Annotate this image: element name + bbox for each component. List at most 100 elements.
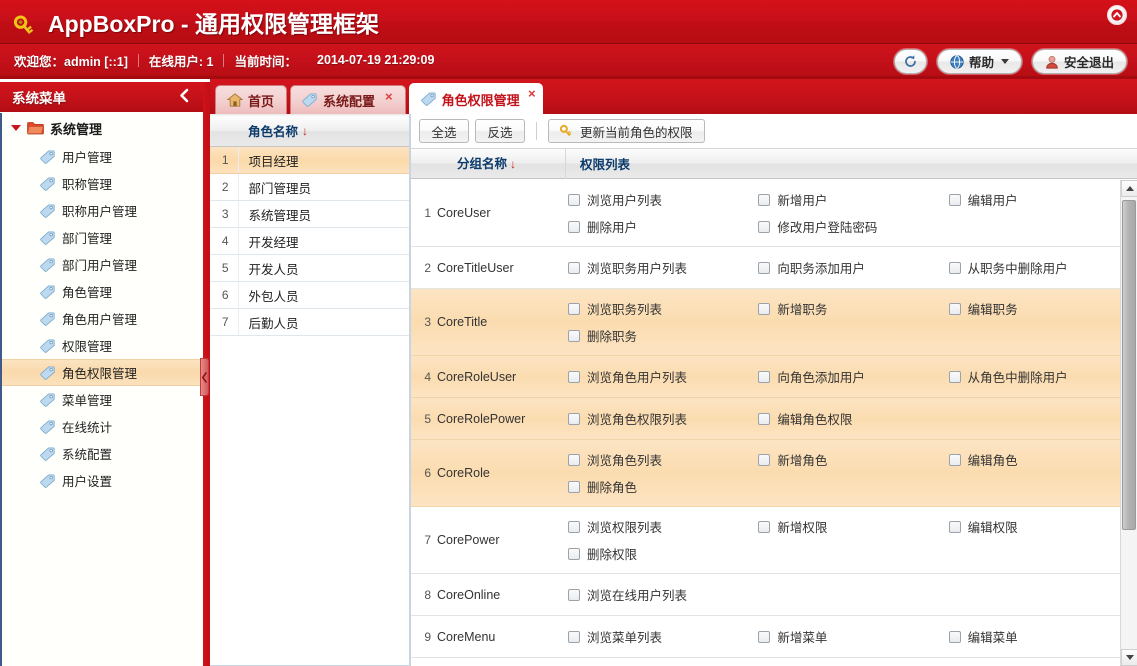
scroll-down-button[interactable] [1121, 649, 1137, 666]
sidebar-item-13[interactable]: 用户设置 [2, 467, 203, 494]
collapse-header-button[interactable] [1107, 5, 1127, 25]
scroll-up-button[interactable] [1121, 180, 1137, 197]
role-row[interactable]: 5 开发人员 [210, 254, 409, 282]
sidebar-item-4[interactable]: 部门管理 [2, 224, 203, 251]
checkbox[interactable] [948, 302, 961, 315]
tab-2[interactable]: 系统配置 × [290, 85, 406, 114]
permission-checkbox-item[interactable]: 新增角色 [756, 446, 946, 473]
sidebar-collapse-button[interactable] [178, 88, 191, 106]
permission-checkbox-item[interactable]: 浏览角色列表 [566, 446, 756, 473]
checkbox[interactable] [758, 220, 771, 233]
invert-selection-button[interactable]: 反选 [475, 119, 525, 143]
sidebar-item-11[interactable]: 在线统计 [2, 413, 203, 440]
permission-checkbox-item[interactable]: 修改用户登陆密码 [756, 213, 946, 240]
update-role-permissions-button[interactable]: 更新当前角色的权限 [548, 119, 705, 143]
permission-checkbox-item[interactable]: 删除权限 [566, 540, 756, 567]
sidebar-item-5[interactable]: 部门用户管理 [2, 251, 203, 278]
checkbox[interactable] [568, 520, 580, 533]
tab-3[interactable]: 角色权限管理 × [408, 83, 543, 114]
permission-checkbox-item[interactable]: 编辑权限 [947, 513, 1137, 540]
checkbox[interactable] [758, 520, 771, 533]
sidebar-item-2[interactable]: 职称管理 [2, 170, 203, 197]
sidebar-item-1[interactable]: 用户管理 [2, 143, 203, 170]
sidebar-tree-root[interactable]: 系统管理 [2, 113, 203, 143]
role-row[interactable]: 4 开发经理 [210, 227, 409, 255]
select-all-button[interactable]: 全选 [419, 119, 469, 143]
logout-button[interactable]: 安全退出 [1031, 49, 1127, 74]
permission-checkbox-item[interactable]: 删除职务 [566, 322, 756, 349]
permission-checkbox-item[interactable]: 浏览在线用户列表 [566, 581, 756, 608]
sidebar-item-12[interactable]: 系统配置 [2, 440, 203, 467]
sidebar-item-8[interactable]: 权限管理 [2, 332, 203, 359]
role-name-column-header[interactable]: 角色名称 ↓ [210, 114, 409, 147]
permission-checkbox-item[interactable]: 编辑职务 [947, 295, 1137, 322]
role-row[interactable]: 6 外包人员 [210, 281, 409, 309]
permission-checkbox-item[interactable]: 从职务中删除用户 [947, 254, 1137, 281]
checkbox[interactable] [568, 453, 580, 466]
refresh-button[interactable] [893, 49, 927, 74]
permission-checkbox-item[interactable]: 浏览角色权限列表 [566, 405, 756, 432]
checkbox[interactable] [568, 329, 580, 342]
permission-checkbox-item[interactable]: 浏览权限列表 [566, 513, 756, 540]
help-button[interactable]: 帮助 [936, 49, 1022, 74]
permission-checkbox-item[interactable]: 浏览用户列表 [566, 186, 756, 213]
role-row[interactable]: 7 后勤人员 [210, 308, 409, 336]
sidebar-item-9[interactable]: 角色权限管理 [2, 359, 203, 386]
permission-checkbox-item[interactable]: 浏览菜单列表 [566, 623, 756, 650]
permission-checkbox-item[interactable]: 向角色添加用户 [756, 363, 946, 390]
permission-checkbox-item[interactable]: 编辑菜单 [947, 623, 1137, 650]
checkbox[interactable] [758, 370, 771, 383]
permission-checkbox-item[interactable]: 编辑角色 [947, 446, 1137, 473]
role-row[interactable]: 1 项目经理 [210, 146, 409, 174]
checkbox[interactable] [948, 261, 961, 274]
checkbox[interactable] [568, 261, 580, 274]
checkbox[interactable] [758, 302, 771, 315]
checkbox[interactable] [568, 588, 580, 601]
checkbox[interactable] [568, 547, 580, 560]
checkbox[interactable] [568, 630, 580, 643]
permission-checkbox-item[interactable]: 新增菜单 [756, 623, 946, 650]
permission-checkbox-item[interactable]: 新增职务 [756, 295, 946, 322]
permission-checkbox-item[interactable]: 新增用户 [756, 186, 946, 213]
permission-checkbox-item[interactable]: 新增权限 [756, 513, 946, 540]
vertical-scrollbar[interactable] [1120, 180, 1137, 666]
checkbox[interactable] [758, 630, 771, 643]
permission-checkbox-item[interactable]: 从角色中删除用户 [947, 363, 1137, 390]
checkbox[interactable] [948, 193, 961, 206]
scrollbar-thumb[interactable] [1122, 200, 1136, 530]
role-row[interactable]: 3 系统管理员 [210, 200, 409, 228]
checkbox[interactable] [568, 302, 580, 315]
checkbox[interactable] [568, 193, 580, 206]
permission-checkbox-item[interactable]: 删除角色 [566, 473, 756, 500]
tab-1[interactable]: 首页 [215, 85, 288, 114]
close-icon[interactable]: × [385, 90, 393, 103]
checkbox[interactable] [758, 193, 771, 206]
sidebar-resize-handle[interactable] [200, 358, 209, 396]
group-name-column-header[interactable]: 分组名称 ↓ [411, 148, 566, 179]
checkbox[interactable] [568, 220, 580, 233]
permission-checkbox-item[interactable]: 浏览职务用户列表 [566, 254, 756, 281]
permission-checkbox-item[interactable]: 浏览职务列表 [566, 295, 756, 322]
checkbox[interactable] [758, 261, 771, 274]
checkbox[interactable] [948, 520, 961, 533]
sidebar-item-3[interactable]: 职称用户管理 [2, 197, 203, 224]
checkbox[interactable] [948, 630, 961, 643]
sidebar-item-7[interactable]: 角色用户管理 [2, 305, 203, 332]
sidebar-item-6[interactable]: 角色管理 [2, 278, 203, 305]
checkbox[interactable] [758, 412, 771, 425]
permission-checkbox-item[interactable]: 浏览角色用户列表 [566, 363, 756, 390]
checkbox[interactable] [758, 453, 771, 466]
checkbox[interactable] [948, 453, 961, 466]
permission-checkbox-item[interactable]: 删除用户 [566, 213, 756, 240]
checkbox[interactable] [568, 370, 580, 383]
checkbox[interactable] [948, 370, 961, 383]
permission-label: 编辑菜单 [967, 631, 1018, 645]
permission-checkbox-item[interactable]: 编辑角色权限 [756, 405, 946, 432]
role-row[interactable]: 2 部门管理员 [210, 173, 409, 201]
permission-checkbox-item[interactable]: 编辑用户 [947, 186, 1137, 213]
close-icon[interactable]: × [528, 87, 536, 100]
checkbox[interactable] [568, 412, 580, 425]
checkbox[interactable] [568, 480, 580, 493]
sidebar-item-10[interactable]: 菜单管理 [2, 386, 203, 413]
permission-checkbox-item[interactable]: 向职务添加用户 [756, 254, 946, 281]
